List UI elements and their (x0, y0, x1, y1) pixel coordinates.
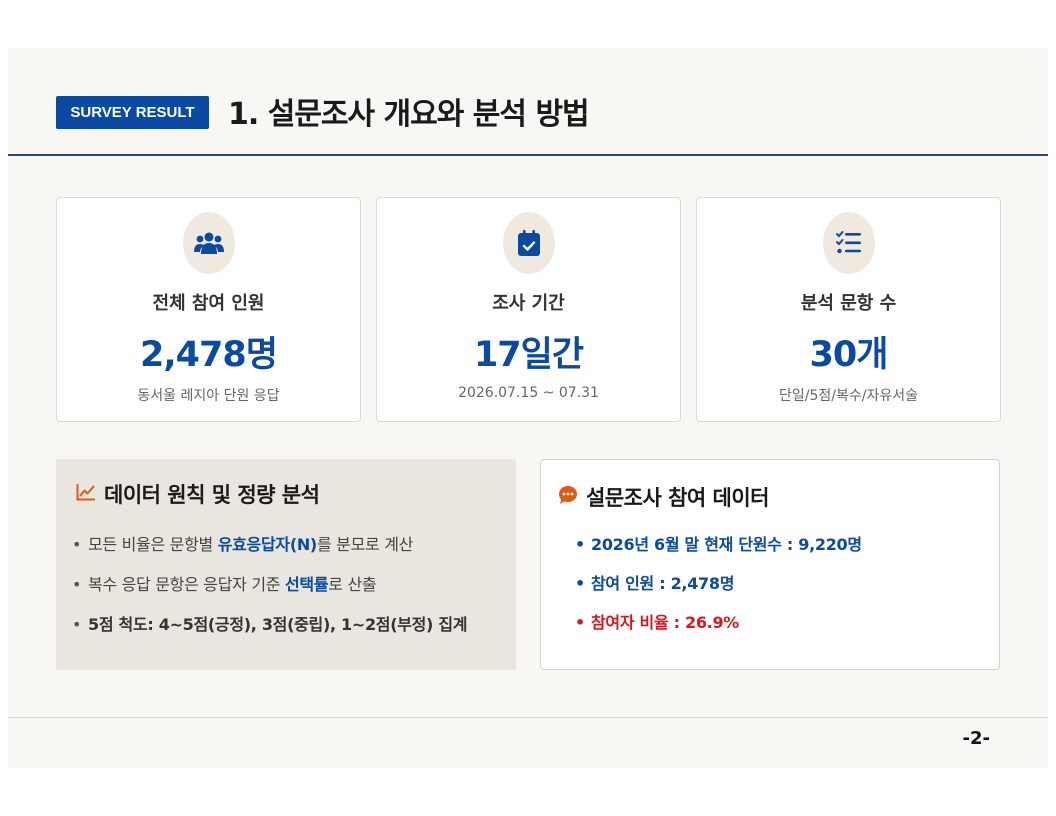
list-item-emphasis: 유효응답자(N) (217, 535, 318, 554)
stat-value: 2,478명 (140, 335, 278, 375)
list-item: • 2026년 6월 말 현재 단원수 : 9,220명 (575, 533, 862, 572)
bullet-dot: • (72, 535, 82, 554)
stat-card-participants: 전체 참여 인원 2,478명 동서울 레지아 단원 응답 (56, 197, 361, 422)
line-chart-icon (76, 482, 96, 506)
list-item-text: 참여 인원 : 2,478명 (591, 574, 735, 593)
principles-list: • 모든 비율은 문항별 유효응답자(N)를 분모로 계산 • 복수 응답 문항은 … (72, 533, 467, 653)
list-item-text: 2026년 6월 말 현재 단원수 : 9,220명 (591, 535, 862, 554)
list-item-text: 복수 응답 문항은 응답자 기준 (88, 575, 285, 594)
participation-data-panel: 설문조사 참여 데이터 • 2026년 6월 말 현재 단원수 : 9,220명 … (540, 459, 1000, 670)
bullet-dot: • (575, 574, 585, 593)
stat-label: 전체 참여 인원 (152, 293, 265, 314)
list-item: • 5점 척도: 4~5점(긍정), 3점(중립), 1~2점(부정) 집계 (72, 613, 467, 653)
panel-title-text: 데이터 원칙 및 정량 분석 (104, 483, 320, 507)
list-item-highlight: • 참여자 비율 : 26.9% (575, 611, 862, 650)
checklist-icon (823, 212, 875, 274)
stat-value: 17일간 (473, 335, 584, 375)
stat-sub: 동서울 레지아 단원 응답 (137, 388, 280, 404)
list-item-text: 5점 척도: 4~5점(긍정), 3점(중립), 1~2점(부정) 집계 (88, 615, 468, 634)
list-item-text: 참여자 비율 : 26.9% (591, 613, 740, 632)
chat-bubble-icon (558, 485, 578, 510)
bullet-dot: • (72, 615, 82, 634)
page-number: -2- (962, 728, 990, 749)
list-item: • 참여 인원 : 2,478명 (575, 572, 862, 611)
bullet-dot: • (575, 613, 585, 632)
slide-header: SURVEY RESULT 1. 설문조사 개요와 분석 방법 (8, 48, 1048, 156)
stat-sub: 단일/5점/복수/자유서술 (779, 388, 918, 404)
list-item-text: 로 산출 (328, 575, 377, 594)
users-icon (183, 212, 235, 274)
participation-list: • 2026년 6월 말 현재 단원수 : 9,220명 • 참여 인원 : 2,4… (575, 533, 862, 650)
panel-title-text: 설문조사 참여 데이터 (586, 486, 770, 510)
data-principles-panel: 데이터 원칙 및 정량 분석 • 모든 비율은 문항별 유효응답자(N)를 분모로… (56, 459, 516, 670)
bullet-dot: • (575, 535, 585, 554)
slide: SURVEY RESULT 1. 설문조사 개요와 분석 방법 전체 참여 인원… (8, 48, 1048, 768)
stat-card-questions: 분석 문항 수 30개 단일/5점/복수/자유서술 (696, 197, 1001, 422)
stat-label: 조사 기간 (492, 293, 565, 314)
stat-label: 분석 문항 수 (800, 293, 897, 314)
footer-divider (8, 717, 1048, 718)
list-item-text: 모든 비율은 문항별 (88, 535, 218, 554)
panel-title: 설문조사 참여 데이터 (558, 482, 770, 512)
section-badge: SURVEY RESULT (56, 96, 209, 129)
panel-title: 데이터 원칙 및 정량 분석 (76, 479, 320, 509)
page-title: 1. 설문조사 개요와 분석 방법 (228, 97, 590, 132)
list-item: • 복수 응답 문항은 응답자 기준 선택률로 산출 (72, 573, 467, 613)
list-item-emphasis: 선택률 (284, 575, 329, 594)
stat-value: 30개 (809, 335, 889, 375)
list-item: • 모든 비율은 문항별 유효응답자(N)를 분모로 계산 (72, 533, 467, 573)
calendar-check-icon (503, 212, 555, 274)
stat-sub: 2026.07.15 ~ 07.31 (458, 385, 599, 401)
list-item-text: 를 분모로 계산 (316, 535, 414, 554)
bullet-dot: • (72, 575, 82, 594)
stat-card-period: 조사 기간 17일간 2026.07.15 ~ 07.31 (376, 197, 681, 422)
